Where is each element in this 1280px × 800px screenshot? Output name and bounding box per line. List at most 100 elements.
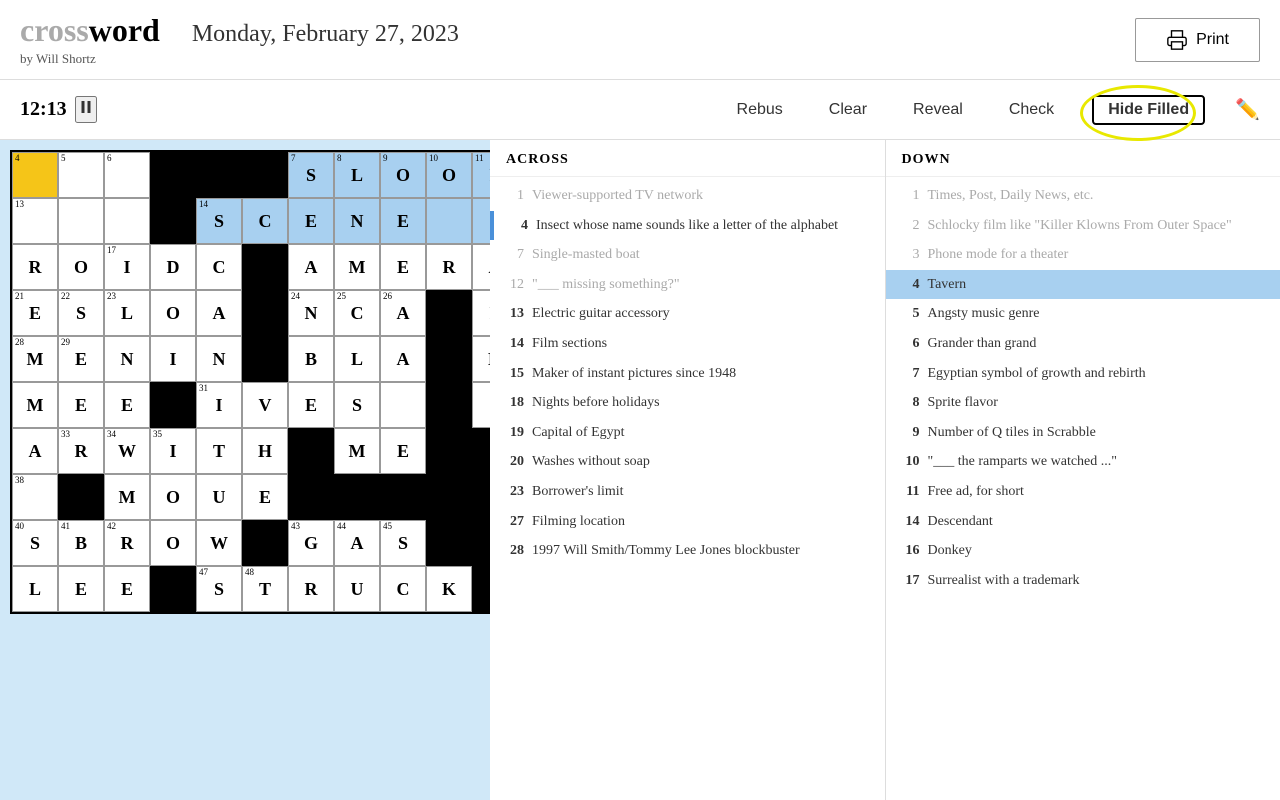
grid-cell[interactable]: E bbox=[104, 566, 150, 612]
clue-item[interactable]: 10 "___ the ramparts we watched ..." bbox=[886, 447, 1280, 477]
grid-cell[interactable]: 24N bbox=[288, 290, 334, 336]
grid-cell[interactable]: 41B bbox=[58, 520, 104, 566]
grid-cell[interactable]: O bbox=[58, 244, 104, 290]
grid-cell[interactable]: D bbox=[150, 244, 196, 290]
grid-cell[interactable]: 44A bbox=[334, 520, 380, 566]
grid-cell[interactable]: 40S bbox=[12, 520, 58, 566]
clue-item[interactable]: 1 Viewer-supported TV network bbox=[490, 181, 885, 211]
grid-cell[interactable]: A bbox=[12, 428, 58, 474]
clue-item[interactable]: 23 Borrower's limit bbox=[490, 477, 885, 507]
down-list[interactable]: 1 Times, Post, Daily News, etc. 2 Schloc… bbox=[886, 177, 1280, 800]
check-button[interactable]: Check bbox=[1001, 97, 1062, 123]
clue-item[interactable]: 6 Grander than grand bbox=[886, 329, 1280, 359]
grid-cell[interactable]: U bbox=[196, 474, 242, 520]
grid-cell[interactable]: L bbox=[334, 336, 380, 382]
clue-item[interactable]: 8 Sprite flavor bbox=[886, 388, 1280, 418]
clue-item[interactable]: 7 Egyptian symbol of growth and rebirth bbox=[886, 359, 1280, 389]
grid-cell[interactable] bbox=[104, 198, 150, 244]
grid-cell[interactable]: 31I bbox=[196, 382, 242, 428]
grid-cell[interactable]: E bbox=[380, 198, 426, 244]
grid-cell[interactable]: 5 bbox=[58, 152, 104, 198]
grid-cell[interactable]: E bbox=[380, 244, 426, 290]
grid-cell[interactable]: 28M bbox=[12, 336, 58, 382]
grid-cell[interactable]: 43G bbox=[288, 520, 334, 566]
grid-cell[interactable]: T bbox=[196, 428, 242, 474]
grid-cell[interactable]: R bbox=[12, 244, 58, 290]
grid-cell[interactable]: E bbox=[380, 428, 426, 474]
grid-cell[interactable]: 10O bbox=[426, 152, 472, 198]
grid-cell[interactable]: S bbox=[334, 382, 380, 428]
grid-cell[interactable]: A bbox=[288, 244, 334, 290]
grid-cell[interactable]: U bbox=[334, 566, 380, 612]
clue-item[interactable]: 4 Insect whose name sounds like a letter… bbox=[490, 211, 885, 241]
grid-cell[interactable]: 48T bbox=[242, 566, 288, 612]
grid-cell[interactable]: K bbox=[472, 336, 490, 382]
grid-cell[interactable]: E bbox=[288, 382, 334, 428]
clue-item[interactable]: 13 Electric guitar accessory bbox=[490, 299, 885, 329]
clue-item[interactable]: 28 1997 Will Smith/Tommy Lee Jones block… bbox=[490, 536, 885, 566]
hide-filled-button[interactable]: Hide Filled bbox=[1092, 95, 1205, 125]
clue-item[interactable]: 2 Schlocky film like "Killer Klowns From… bbox=[886, 211, 1280, 241]
clear-button[interactable]: Clear bbox=[821, 97, 875, 123]
clue-item[interactable]: 11 Free ad, for short bbox=[886, 477, 1280, 507]
grid-cell[interactable]: E bbox=[104, 382, 150, 428]
clue-item[interactable]: 7 Single-masted boat bbox=[490, 240, 885, 270]
grid-cell[interactable]: 33R bbox=[58, 428, 104, 474]
grid-cell[interactable]: M bbox=[12, 382, 58, 428]
grid-cell[interactable]: V bbox=[242, 382, 288, 428]
grid-cell[interactable]: I bbox=[150, 336, 196, 382]
grid-cell[interactable]: 17I bbox=[104, 244, 150, 290]
grid-cell[interactable]: 9O bbox=[380, 152, 426, 198]
grid-cell[interactable]: C bbox=[242, 198, 288, 244]
grid-cell[interactable]: E bbox=[242, 474, 288, 520]
grid-cell[interactable]: M bbox=[334, 428, 380, 474]
grid-cell[interactable]: N bbox=[196, 336, 242, 382]
clue-item[interactable]: 14 Film sections bbox=[490, 329, 885, 359]
clue-item[interactable]: 27 Filming location bbox=[490, 507, 885, 537]
grid-cell[interactable]: 23L bbox=[104, 290, 150, 336]
clue-item[interactable]: 14 Descendant bbox=[886, 507, 1280, 537]
grid-cell[interactable]: 11P bbox=[472, 152, 490, 198]
grid-cell[interactable]: W bbox=[196, 520, 242, 566]
across-list[interactable]: 1 Viewer-supported TV network 4 Insect w… bbox=[490, 177, 885, 800]
grid-cell[interactable]: 7S bbox=[288, 152, 334, 198]
grid-cell[interactable]: A bbox=[380, 336, 426, 382]
grid-cell[interactable]: B bbox=[288, 336, 334, 382]
grid-cell[interactable]: O bbox=[150, 520, 196, 566]
grid-cell[interactable]: O bbox=[150, 290, 196, 336]
grid-cell[interactable]: C bbox=[196, 244, 242, 290]
grid-cell[interactable]: 34W bbox=[104, 428, 150, 474]
grid-cell[interactable]: 26A bbox=[380, 290, 426, 336]
grid-cell[interactable]: 13 bbox=[12, 198, 58, 244]
pause-button[interactable] bbox=[75, 96, 97, 123]
grid-cell[interactable]: K bbox=[426, 566, 472, 612]
clue-item[interactable]: 5 Angsty music genre bbox=[886, 299, 1280, 329]
clue-item[interactable]: 15 Maker of instant pictures since 1948 bbox=[490, 359, 885, 389]
grid-cell[interactable]: 47S bbox=[196, 566, 242, 612]
grid-cell[interactable]: M bbox=[104, 474, 150, 520]
clue-item[interactable]: 18 Nights before holidays bbox=[490, 388, 885, 418]
grid-cell[interactable]: R bbox=[426, 244, 472, 290]
pencil-icon[interactable]: ✏️ bbox=[1235, 97, 1260, 122]
print-button[interactable]: Print bbox=[1135, 18, 1260, 62]
grid-cell[interactable]: 29E bbox=[58, 336, 104, 382]
reveal-button[interactable]: Reveal bbox=[905, 97, 971, 123]
grid-cell[interactable]: 21E bbox=[12, 290, 58, 336]
grid-cell[interactable]: E bbox=[58, 566, 104, 612]
grid-cell[interactable] bbox=[472, 382, 490, 428]
clue-item[interactable]: 3 Phone mode for a theater bbox=[886, 240, 1280, 270]
grid-cell[interactable]: H bbox=[242, 428, 288, 474]
clue-item[interactable]: 1 Times, Post, Daily News, etc. bbox=[886, 181, 1280, 211]
grid-cell[interactable]: 8L bbox=[334, 152, 380, 198]
grid-cell[interactable]: 38 bbox=[12, 474, 58, 520]
clue-item[interactable]: 4 Tavern bbox=[886, 270, 1280, 300]
grid-cell[interactable]: A bbox=[472, 244, 490, 290]
rebus-button[interactable]: Rebus bbox=[729, 97, 791, 123]
grid-cell[interactable]: M bbox=[334, 244, 380, 290]
clue-item[interactable]: 9 Number of Q tiles in Scrabble bbox=[886, 418, 1280, 448]
grid-cell[interactable] bbox=[472, 198, 490, 244]
grid-cell[interactable]: 35I bbox=[150, 428, 196, 474]
grid-cell[interactable]: 42R bbox=[104, 520, 150, 566]
clue-item[interactable]: 16 Donkey bbox=[886, 536, 1280, 566]
grid-cell[interactable] bbox=[426, 198, 472, 244]
